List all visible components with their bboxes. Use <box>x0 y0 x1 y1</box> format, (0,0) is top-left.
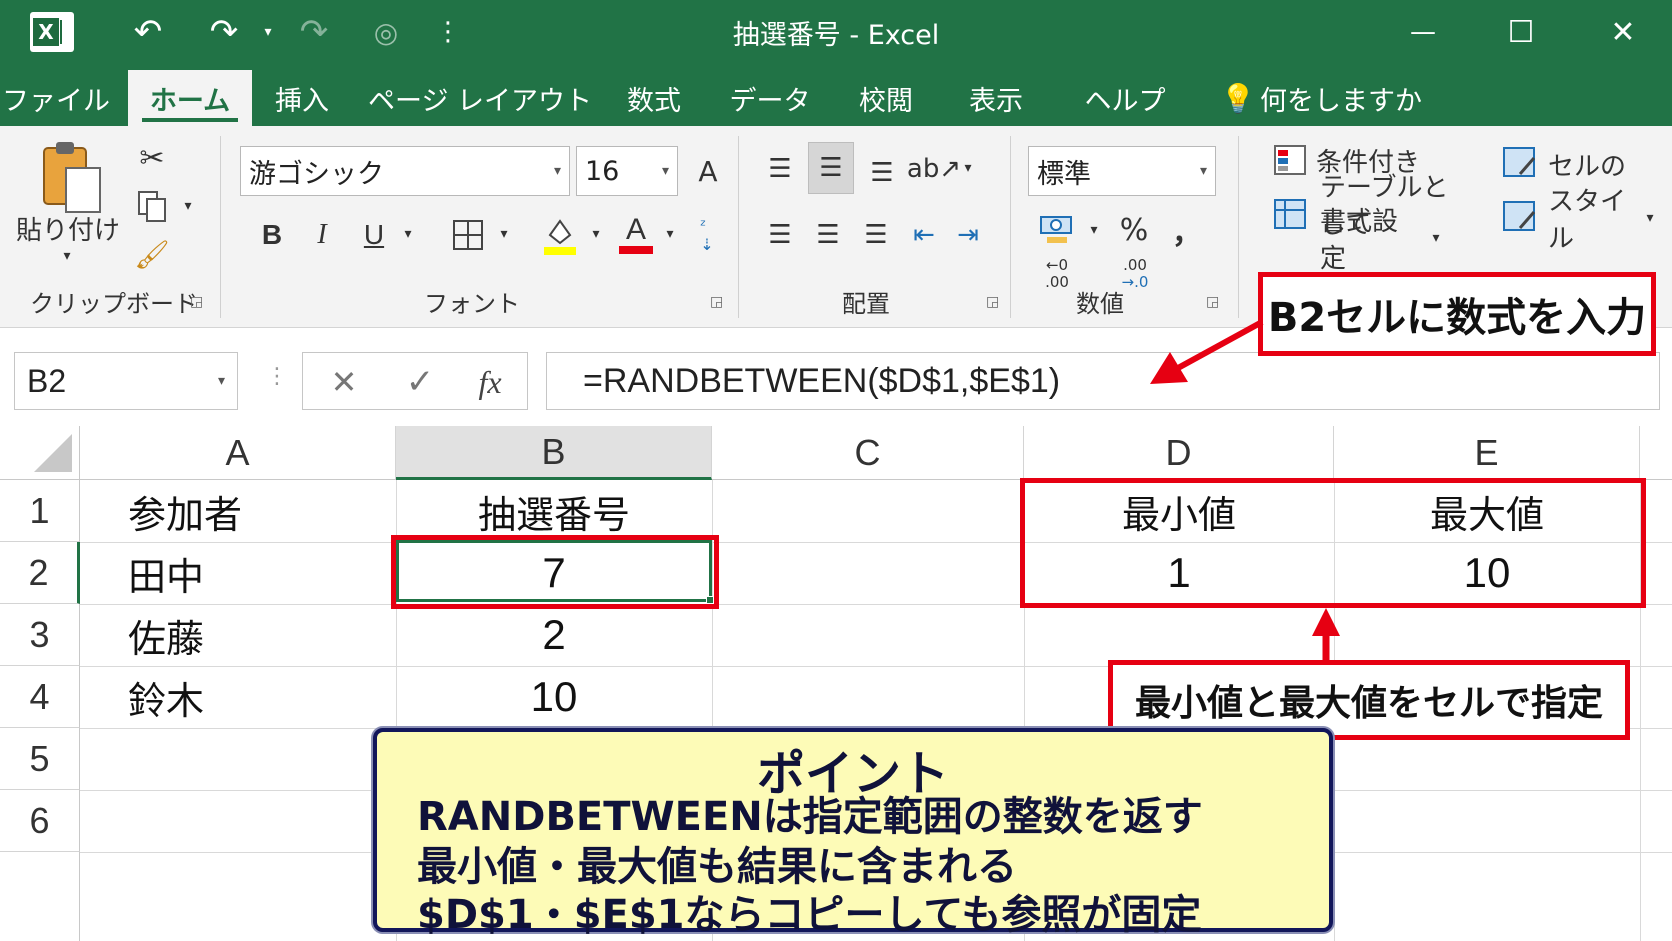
range-arrow-head <box>1312 608 1340 636</box>
point-note-box: ポイント RANDBETWEENは指定範囲の整数を返す 最小値・最大値も結果に含… <box>373 728 1333 938</box>
point-line-3: $D$1・$E$1ならコピーしても参照が固定 <box>417 892 1202 938</box>
formula-arrow-shaft <box>1176 319 1264 371</box>
